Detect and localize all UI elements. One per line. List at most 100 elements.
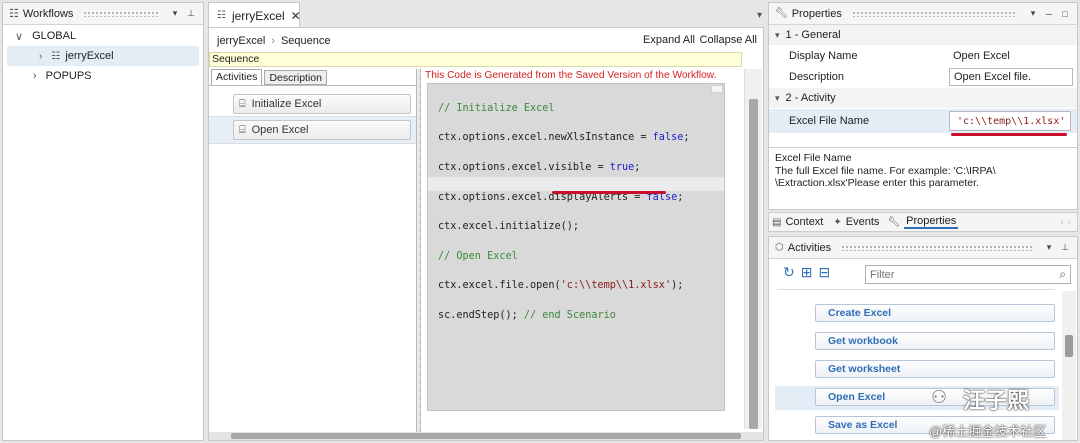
- filter-field[interactable]: [870, 268, 1040, 281]
- tab-prev-icon[interactable]: ‹: [1060, 217, 1063, 228]
- breadcrumb: jerryExcel › Sequence: [217, 35, 331, 47]
- editor-vscroll-thumb[interactable]: [749, 99, 758, 429]
- code-line: // Initialize Excel: [438, 102, 555, 114]
- highlight-underline: [552, 191, 666, 194]
- chevron-down-icon[interactable]: ▾: [775, 30, 780, 41]
- activity-get-worksheet[interactable]: Get worksheet: [815, 360, 1055, 378]
- editor-hscroll-thumb[interactable]: [231, 433, 741, 439]
- tree-item-label: GLOBAL: [32, 30, 77, 42]
- breadcrumb-root[interactable]: jerryExcel: [217, 35, 265, 47]
- prop-display-name: Display Name Open Excel: [769, 46, 1077, 66]
- editor-menu[interactable]: ▾: [757, 10, 762, 21]
- tab-events[interactable]: Events: [846, 216, 880, 228]
- prop-value[interactable]: Open Excel: [953, 50, 1010, 62]
- drag-grip[interactable]: [83, 10, 159, 17]
- workflows-header: ☷ Workflows ▾ ⊥: [3, 3, 203, 25]
- filter-input[interactable]: ⌕: [865, 265, 1071, 284]
- tab-next-icon[interactable]: ›: [1068, 217, 1071, 228]
- drag-grip[interactable]: [841, 244, 1033, 251]
- chevron-down-icon[interactable]: ▾: [775, 93, 780, 104]
- tab-jerryexcel[interactable]: ☷ jerryExcel ✕: [208, 2, 301, 28]
- code-panel: This Code is Generated from the Saved Ve…: [423, 69, 742, 440]
- tab-properties[interactable]: Properties: [904, 215, 959, 229]
- code-scroll-up-icon[interactable]: [711, 85, 723, 93]
- prop-label: Display Name: [789, 50, 858, 62]
- tab-description[interactable]: Description: [264, 70, 327, 85]
- excel-file-name-input[interactable]: 'c:\\temp\\1.xlsx': [949, 111, 1071, 131]
- workflows-pane: ☷ Workflows ▾ ⊥ ∨ GLOBAL › ☷ jerryExcel …: [2, 2, 204, 441]
- section-general[interactable]: ▾ 1 - General: [769, 25, 1077, 45]
- collapse-all-button[interactable]: Collapse All: [700, 34, 757, 46]
- code-text[interactable]: // Initialize Excel ctx.options.excel.ne…: [438, 87, 689, 353]
- expand-all-button[interactable]: Expand All: [643, 34, 695, 46]
- editor-vscrollbar[interactable]: [744, 69, 762, 429]
- code-line: // Open Excel: [438, 250, 518, 262]
- activity-open-excel[interactable]: Open Excel: [815, 388, 1055, 406]
- activities-vscrollbar[interactable]: [1062, 291, 1076, 440]
- tab-activities[interactable]: Activities: [211, 69, 263, 85]
- activity-label: Open Excel: [251, 124, 309, 136]
- workflow-tree-icon: ☷: [9, 8, 19, 20]
- tree-item-label: jerryExcel: [65, 50, 114, 62]
- chevron-right-icon[interactable]: ›: [39, 51, 42, 62]
- prop-excel-file-name: Excel File Name 'c:\\temp\\1.xlsx': [769, 109, 1077, 136]
- code-editor[interactable]: // Initialize Excel ctx.options.excel.ne…: [427, 83, 725, 411]
- view-menu-icon[interactable]: ▾: [1027, 8, 1039, 19]
- editor-pane: jerryExcel › Sequence Expand All Collaps…: [208, 27, 764, 441]
- activity-create-excel[interactable]: Create Excel: [815, 304, 1055, 322]
- editor-subtabs: Activities Description: [209, 69, 416, 86]
- context-icon: ▤: [772, 216, 782, 228]
- tree-item-popups[interactable]: › POPUPS: [3, 66, 203, 86]
- activity-label: Initialize Excel: [251, 98, 322, 110]
- list-separator: [209, 143, 416, 144]
- workflows-title: Workflows: [22, 7, 74, 20]
- tree-item-global[interactable]: ∨ GLOBAL: [3, 26, 203, 46]
- editor-hscrollbar[interactable]: [209, 432, 763, 440]
- properties-body: ▾ 1 - General Display Name Open Excel De…: [769, 25, 1077, 145]
- workflow-icon: ☷: [217, 10, 226, 21]
- tab-context[interactable]: Context: [785, 216, 823, 228]
- sequence-bar: Sequence: [209, 52, 742, 67]
- value-underline: [951, 133, 1067, 136]
- maximize-icon[interactable]: □: [1059, 9, 1071, 19]
- collapse-icon[interactable]: ⊟: [818, 264, 830, 281]
- refresh-icon[interactable]: ↻: [783, 264, 795, 281]
- description-input[interactable]: Open Excel file.: [949, 68, 1073, 86]
- chevron-right-icon[interactable]: ›: [33, 70, 37, 82]
- view-menu-icon[interactable]: ▾: [1043, 242, 1055, 253]
- properties-title: Properties: [791, 7, 842, 20]
- workflow-icon: ☷: [51, 50, 61, 62]
- search-icon[interactable]: ⌕: [1059, 267, 1066, 282]
- activities-vscroll-thumb[interactable]: [1065, 335, 1073, 357]
- activity-get-workbook[interactable]: Get workbook: [815, 332, 1055, 350]
- splitter[interactable]: [417, 69, 421, 440]
- tree-item-jerryexcel[interactable]: › ☷ jerryExcel: [7, 46, 199, 66]
- cube-icon: ⬡: [775, 242, 784, 253]
- breadcrumb-child[interactable]: Sequence: [281, 35, 331, 47]
- tree-item-label: POPUPS: [45, 70, 92, 82]
- section-activity[interactable]: ▾ 2 - Activity: [769, 88, 1077, 108]
- activity-open-excel[interactable]: ⌸ Open Excel: [233, 120, 411, 140]
- code-line: sc.endStep(); // end Scenario: [438, 309, 616, 321]
- drag-grip[interactable]: [851, 10, 1017, 17]
- tab-label: jerryExcel: [231, 8, 285, 23]
- activities-toolbar: ↻ ⊞ ⊟: [783, 264, 830, 281]
- bottom-tab-bar: ▤ Context ✦ Events 🔧︎ Properties ‹ ›: [768, 212, 1078, 232]
- close-icon[interactable]: ✕: [291, 9, 301, 23]
- code-line: ctx.excel.initialize();: [438, 221, 580, 233]
- help-area: Excel File Name The full Excel file name…: [769, 147, 1077, 194]
- excel-activity-icon: ⌸: [239, 97, 246, 110]
- pin-icon[interactable]: ⊥: [1059, 242, 1071, 253]
- breadcrumb-separator-icon: ›: [271, 35, 275, 47]
- activity-initialize-excel[interactable]: ⌸ Initialize Excel: [233, 94, 411, 114]
- editor-area: ☷ jerryExcel ✕ ▾ jerryExcel › Sequence E…: [208, 2, 764, 441]
- chevron-down-icon[interactable]: ∨: [15, 30, 23, 43]
- view-menu-icon[interactable]: ▾: [169, 8, 181, 19]
- section-label: 1 - General: [785, 29, 841, 41]
- pin-icon[interactable]: ⊥: [185, 8, 197, 19]
- activity-save-as-excel[interactable]: Save as Excel: [815, 416, 1055, 434]
- expand-icon[interactable]: ⊞: [801, 264, 813, 281]
- description-value: Open Excel file.: [954, 71, 1032, 83]
- minimize-icon[interactable]: ─: [1043, 9, 1055, 19]
- properties-pane: 🔧︎ Properties ▾ ─ □ ▾ 1 - General Displa…: [768, 2, 1078, 210]
